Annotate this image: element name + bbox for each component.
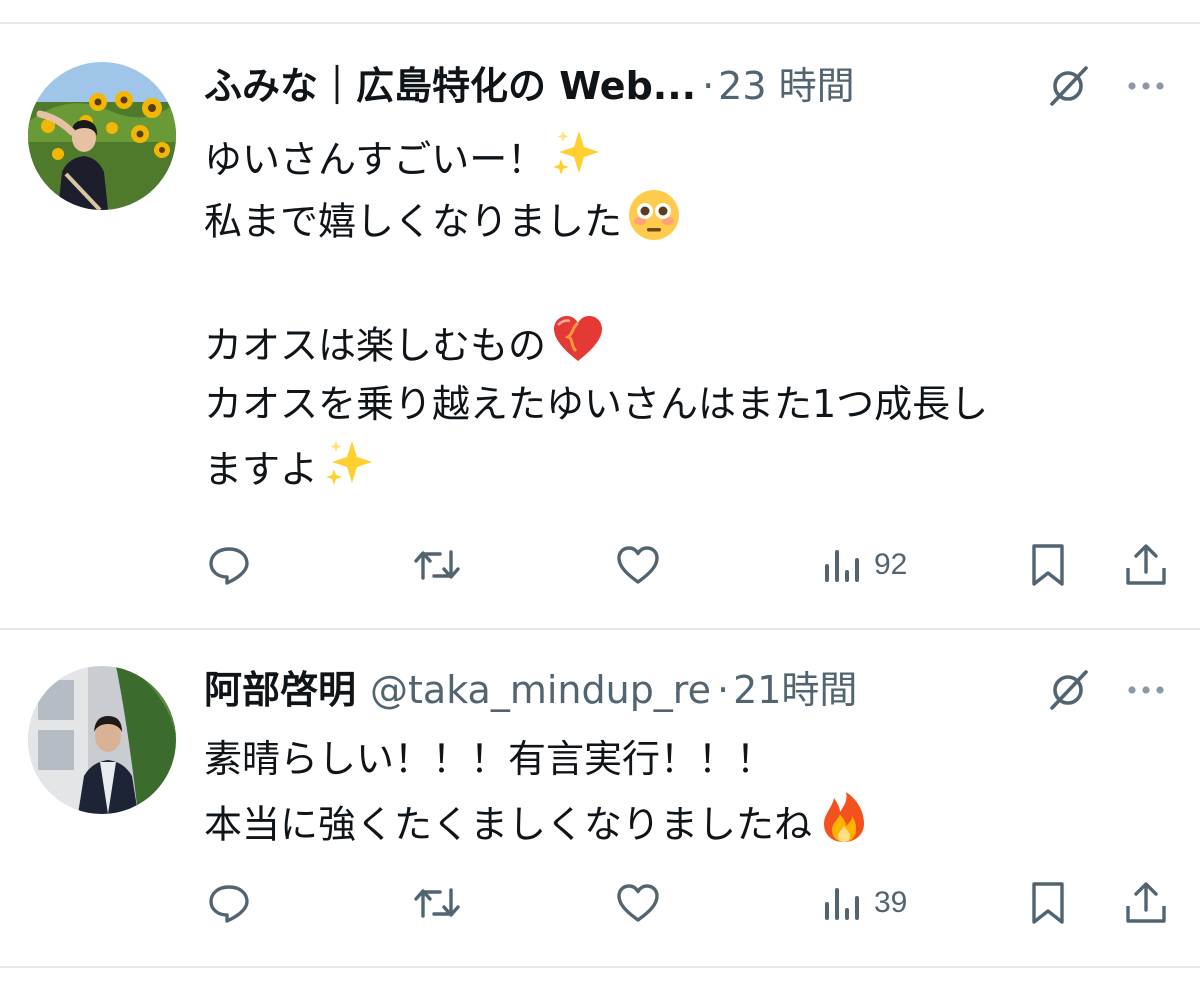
timeline: ふみな｜広島特化の Web... · 23 時間 ゆいさんすごいー！ 私まで嬉し… xyxy=(0,0,1200,981)
text-line: カオスを乗り越えたゆいさんはまた1つ成長し xyxy=(204,382,989,426)
sparkles-emoji xyxy=(322,435,378,509)
bookmark-icon xyxy=(1032,544,1064,586)
timestamp[interactable]: 21時間 xyxy=(733,662,857,718)
timestamp[interactable]: 23 時間 xyxy=(718,58,854,114)
reply-button[interactable] xyxy=(206,540,252,590)
like-button[interactable] xyxy=(614,878,662,928)
repost-icon xyxy=(414,888,460,918)
action-bar: 39 xyxy=(0,878,1200,928)
separator-dot: · xyxy=(716,668,730,712)
divider xyxy=(0,22,1200,24)
views-button[interactable]: 92 xyxy=(822,540,907,590)
fire-emoji xyxy=(816,790,872,864)
divider xyxy=(0,966,1200,968)
divider xyxy=(0,628,1200,630)
tweet-header: ふみな｜広島特化の Web... · 23 時間 xyxy=(204,58,1020,114)
view-count: 39 xyxy=(874,886,908,919)
heart-icon xyxy=(617,884,659,922)
share-icon xyxy=(1126,882,1166,923)
views-button[interactable]: 39 xyxy=(822,878,907,928)
more-icon[interactable] xyxy=(1124,64,1168,108)
bookmark-button[interactable] xyxy=(1028,878,1068,928)
heart-icon xyxy=(617,546,659,584)
bookmark-icon xyxy=(1032,882,1064,924)
text-line: 素晴らしい！！！有言実行！！！ xyxy=(204,737,775,781)
bookmark-button[interactable] xyxy=(1028,540,1068,590)
share-button[interactable] xyxy=(1124,878,1168,928)
separator-dot: · xyxy=(702,64,715,108)
more-icon[interactable] xyxy=(1124,668,1168,712)
view-count: 92 xyxy=(874,548,908,581)
text-line: ますよ xyxy=(204,447,319,492)
grok-icon[interactable] xyxy=(1046,668,1090,712)
tweet-header: 阿部啓明 @taka_mindup_re · 21時間 xyxy=(204,662,1020,718)
avatar[interactable] xyxy=(28,666,176,814)
like-button[interactable] xyxy=(614,540,662,590)
reply-icon xyxy=(209,885,249,923)
action-bar: 92 xyxy=(0,540,1200,590)
text-line: 私まで嬉しくなりました xyxy=(204,199,623,244)
display-name[interactable]: 阿部啓明 xyxy=(204,662,356,718)
display-name[interactable]: ふみな｜広島特化の Web... xyxy=(204,58,696,114)
share-button[interactable] xyxy=(1124,540,1168,590)
repost-button[interactable] xyxy=(412,540,462,590)
share-icon xyxy=(1126,544,1166,585)
avatar[interactable] xyxy=(28,62,176,210)
user-handle[interactable]: @taka_mindup_re xyxy=(370,662,711,718)
views-icon xyxy=(825,888,859,920)
tweet-text: ゆいさんすごいー！ 私まで嬉しくなりました カオスは楽しむもの カオスを乗り越え… xyxy=(204,125,1184,497)
grok-icon[interactable] xyxy=(1046,64,1090,108)
text-line: ゆいさんすごいー！ xyxy=(204,137,546,182)
reply-icon xyxy=(209,547,249,585)
flushed-face-emoji xyxy=(626,187,682,261)
tweet-text: 素晴らしい！！！有言実行！！！ 本当に強くたくましくなりましたね xyxy=(204,728,1184,852)
text-line: 本当に強くたくましくなりましたね xyxy=(204,802,813,847)
reply-button[interactable] xyxy=(206,878,252,928)
repost-icon xyxy=(414,550,460,580)
views-icon xyxy=(825,550,859,582)
repost-button[interactable] xyxy=(412,878,462,928)
text-line: カオスは楽しむもの xyxy=(204,323,547,368)
